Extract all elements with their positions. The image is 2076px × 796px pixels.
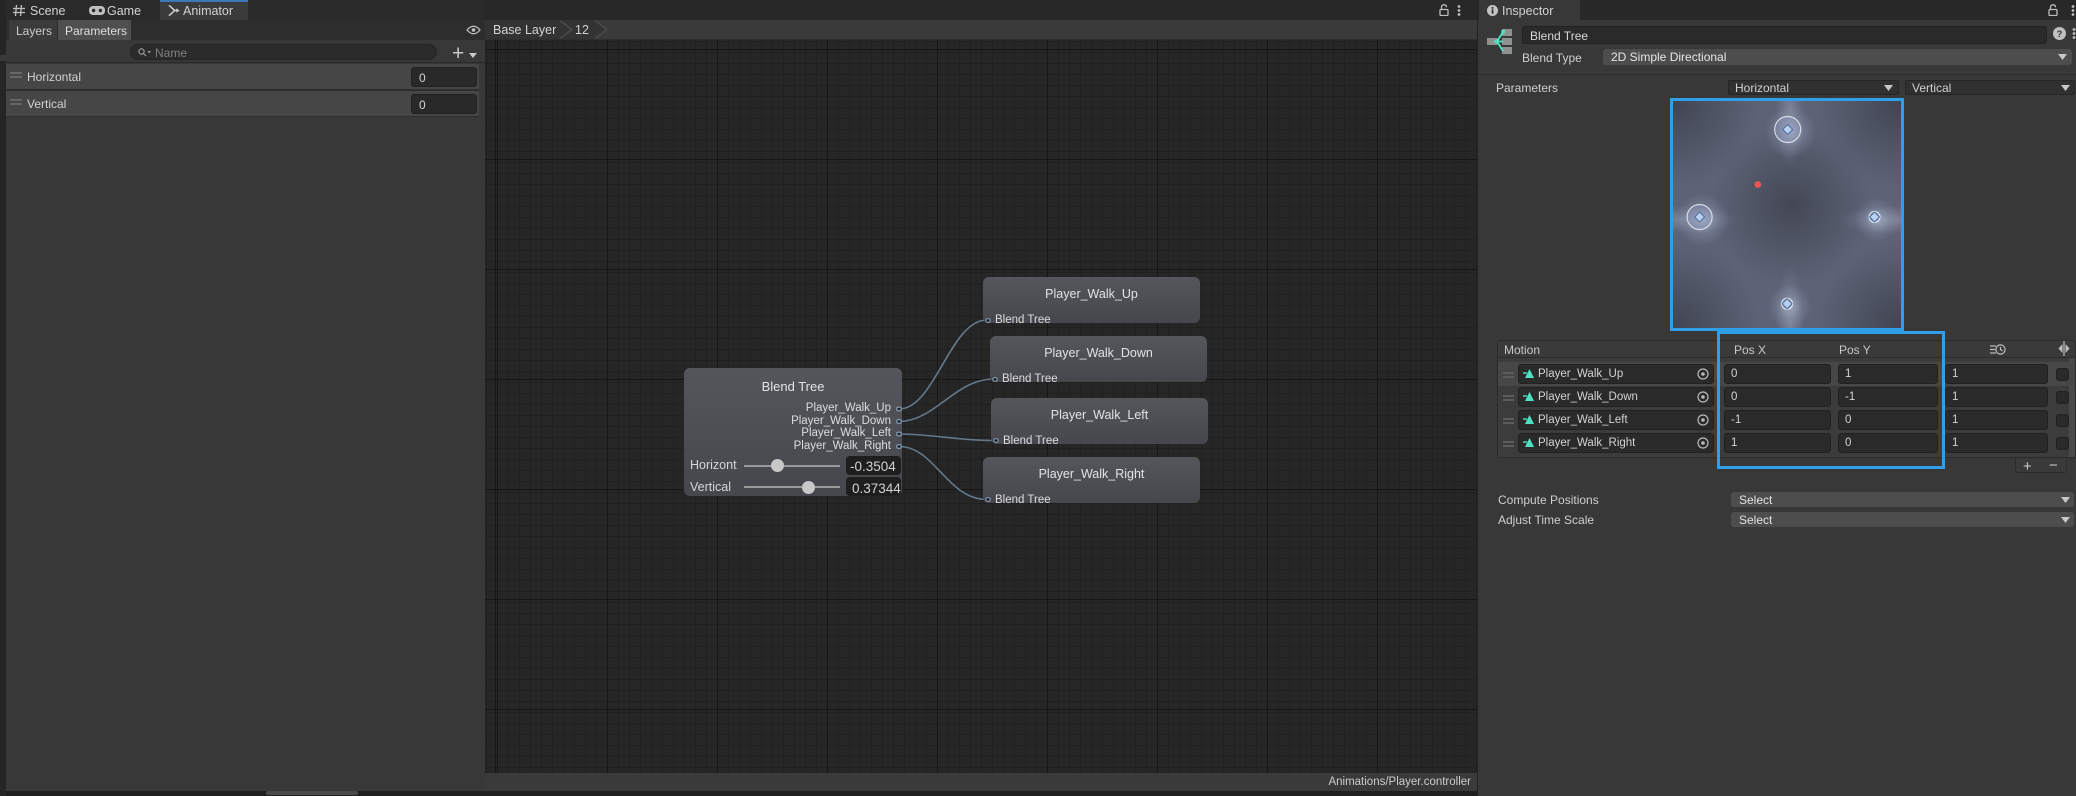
svg-text:?: ? xyxy=(2057,29,2063,40)
